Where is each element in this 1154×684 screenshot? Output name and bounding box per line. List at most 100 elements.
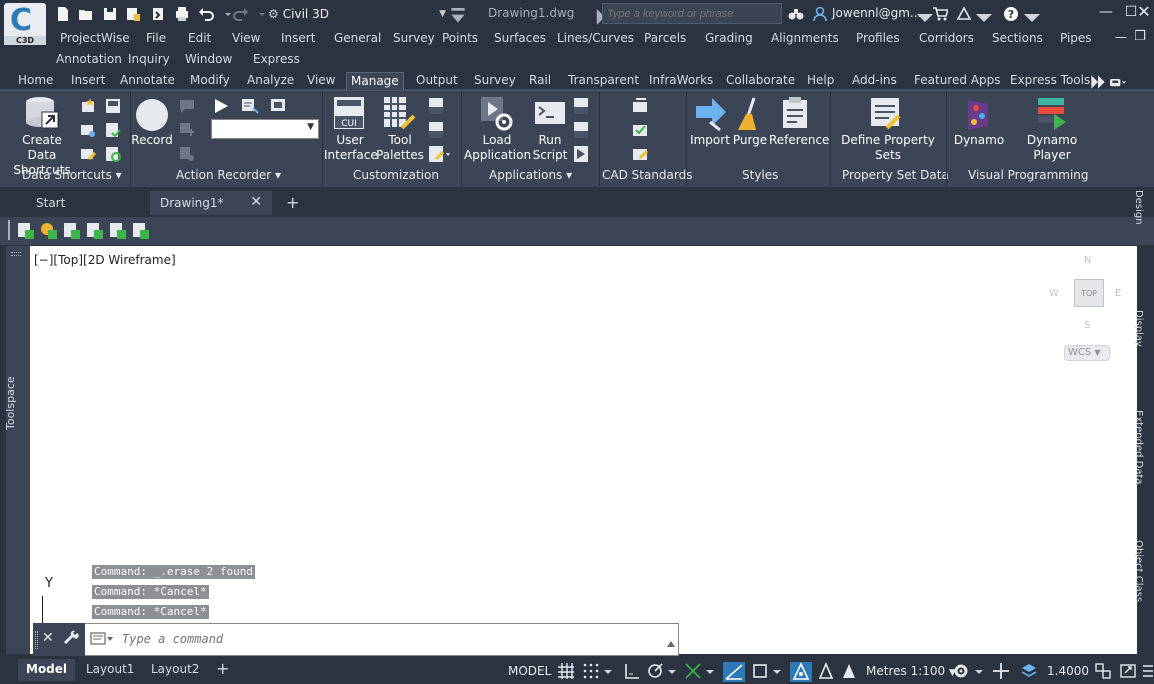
command-line-grip[interactable]	[35, 631, 38, 649]
tab-survey[interactable]: Survey	[470, 72, 520, 90]
menu-edit[interactable]: Edit	[188, 31, 211, 45]
create-data-shortcuts-icon[interactable]	[24, 96, 60, 130]
menu-survey[interactable]: Survey	[393, 31, 435, 45]
wrench-icon[interactable]	[64, 630, 80, 646]
request-input-icon[interactable]	[179, 122, 195, 138]
viewport-controls[interactable]: [−][Top][2D Wireframe]	[34, 253, 176, 267]
menu-profiles[interactable]: Profiles	[856, 31, 900, 45]
panel-action-recorder[interactable]: Action Recorder ▾	[176, 168, 281, 182]
load-application-button[interactable]: Load Application	[464, 133, 531, 163]
workspace-select[interactable]: ⚙ Civil 3D ▼	[268, 4, 448, 24]
right-tab-design[interactable]: Design	[1133, 190, 1144, 225]
new-shortcut-folder-icon[interactable]	[80, 98, 96, 114]
reference-button[interactable]: Reference	[769, 133, 829, 148]
binoculars-icon[interactable]	[788, 6, 804, 22]
wcs-menu[interactable]: WCS ▼	[1064, 345, 1110, 361]
new-tab-button[interactable]: +	[276, 191, 304, 215]
close-icon[interactable]: ✕	[42, 630, 56, 646]
menu-lines-curves[interactable]: Lines/Curves	[557, 31, 634, 45]
import-button[interactable]: Import	[688, 133, 732, 148]
record-button[interactable]: Record	[130, 133, 174, 148]
tab-infraworks[interactable]: InfraWorks	[645, 72, 717, 90]
user-icon[interactable]	[812, 6, 828, 22]
menu-inquiry[interactable]: Inquiry	[128, 52, 170, 66]
tab-modify[interactable]: Modify	[186, 72, 234, 90]
workspace-dropdown-icon[interactable]	[975, 662, 983, 680]
recent-commands-icon[interactable]	[90, 632, 114, 646]
redo-icon[interactable]	[233, 6, 249, 22]
panel-data-shortcuts[interactable]: Data Shortcuts ▾	[22, 168, 122, 182]
polar-tracking-icon[interactable]	[646, 662, 664, 680]
customize-qat-icon[interactable]	[450, 8, 465, 24]
viewcube-top-face[interactable]: TOP	[1074, 279, 1104, 307]
action-tree-icon[interactable]	[241, 98, 259, 114]
standards-check-icon[interactable]	[632, 122, 650, 138]
toolbar-tool-1-icon[interactable]	[17, 222, 35, 240]
tab-help[interactable]: Help	[803, 72, 838, 90]
layout-tab-layout1[interactable]: Layout1	[78, 659, 142, 681]
right-tab-object-class[interactable]: Object Class	[1133, 540, 1144, 602]
toolbar-tool-4-icon[interactable]	[86, 222, 104, 240]
viewcube-west[interactable]: W	[1049, 288, 1059, 299]
user-dropdown-icon[interactable]	[917, 10, 933, 22]
app-menu-button[interactable]: C C3D	[4, 3, 46, 45]
edit-shortcuts-icon[interactable]	[80, 146, 97, 162]
tab-collaborate[interactable]: Collaborate	[722, 72, 799, 90]
menu-file[interactable]: File	[146, 31, 166, 45]
plot-icon[interactable]	[174, 6, 190, 22]
panel-applications[interactable]: Applications ▾	[489, 168, 572, 182]
grid-icon[interactable]	[557, 662, 575, 680]
toolspace-label[interactable]: Toolspace	[4, 376, 17, 430]
isodraft-dropdown-icon[interactable]	[706, 662, 714, 680]
workspace-switching-icon[interactable]	[952, 662, 970, 680]
annotation-visibility-icon[interactable]	[790, 662, 812, 682]
tab-start[interactable]: Start	[26, 191, 146, 215]
object-snap-icon[interactable]	[751, 662, 769, 680]
edit-aliases-icon[interactable]	[428, 145, 450, 163]
help-dropdown-icon[interactable]	[1024, 10, 1040, 22]
toolbar-grip[interactable]	[8, 220, 10, 240]
toolbar-tool-3-icon[interactable]	[63, 222, 81, 240]
play-icon[interactable]	[213, 98, 229, 114]
tab-rail[interactable]: Rail	[525, 72, 555, 90]
dynamo-player-icon[interactable]	[1036, 96, 1068, 130]
menu-parcels[interactable]: Parcels	[644, 31, 686, 45]
action-macro-select[interactable]: ▼	[211, 119, 319, 139]
tab-annotate[interactable]: Annotate	[116, 72, 179, 90]
tab-insert[interactable]: Insert	[67, 72, 109, 90]
dynamo-icon[interactable]	[964, 96, 994, 132]
minimize-window-button[interactable]: —	[1096, 4, 1116, 22]
object-snap-tracking-icon[interactable]	[723, 662, 745, 682]
ortho-icon[interactable]	[623, 662, 641, 680]
action-manage-icon[interactable]	[270, 98, 288, 114]
layout-tab-layout2[interactable]: Layout2	[143, 659, 207, 681]
tool-palettes-button[interactable]: Tool Palettes	[376, 133, 424, 163]
save-icon[interactable]	[102, 6, 118, 22]
toolbar-tool-5-icon[interactable]	[109, 222, 127, 240]
lineweight-icon[interactable]	[1020, 662, 1038, 680]
snap-dropdown-icon[interactable]	[604, 662, 612, 680]
viewcube-south[interactable]: S	[1084, 320, 1090, 331]
purge-icon[interactable]	[734, 96, 766, 132]
menu-express[interactable]: Express	[253, 52, 300, 66]
menu-insert[interactable]: Insert	[281, 31, 315, 45]
command-history-expand-icon[interactable]	[667, 636, 675, 647]
cart-icon[interactable]	[932, 6, 950, 22]
tab-express-tools[interactable]: Express Tools	[1006, 72, 1094, 90]
tab-featured-apps[interactable]: Featured Apps	[910, 72, 1004, 90]
auto-scale-icon[interactable]	[817, 661, 835, 680]
toolbar-tool-6-icon[interactable]	[132, 222, 150, 240]
apps-dropdown-icon[interactable]	[976, 10, 992, 22]
record-icon[interactable]	[135, 98, 169, 132]
more-tabs-icon[interactable]	[1090, 74, 1105, 89]
snap-icon[interactable]	[582, 662, 600, 680]
cui-icon[interactable]: CUI	[333, 96, 365, 130]
annotation-scale-select[interactable]: Metres 1:100 ▼	[866, 664, 956, 678]
import-styles-icon[interactable]	[694, 96, 728, 132]
cloud-save-icon[interactable]	[150, 6, 166, 22]
import-cui-icon[interactable]	[428, 97, 444, 115]
menu-sections[interactable]: Sections	[992, 31, 1043, 45]
define-property-sets-icon[interactable]	[869, 96, 903, 132]
set-working-folder-icon[interactable]	[105, 98, 121, 114]
insert-message-icon[interactable]	[179, 98, 195, 114]
